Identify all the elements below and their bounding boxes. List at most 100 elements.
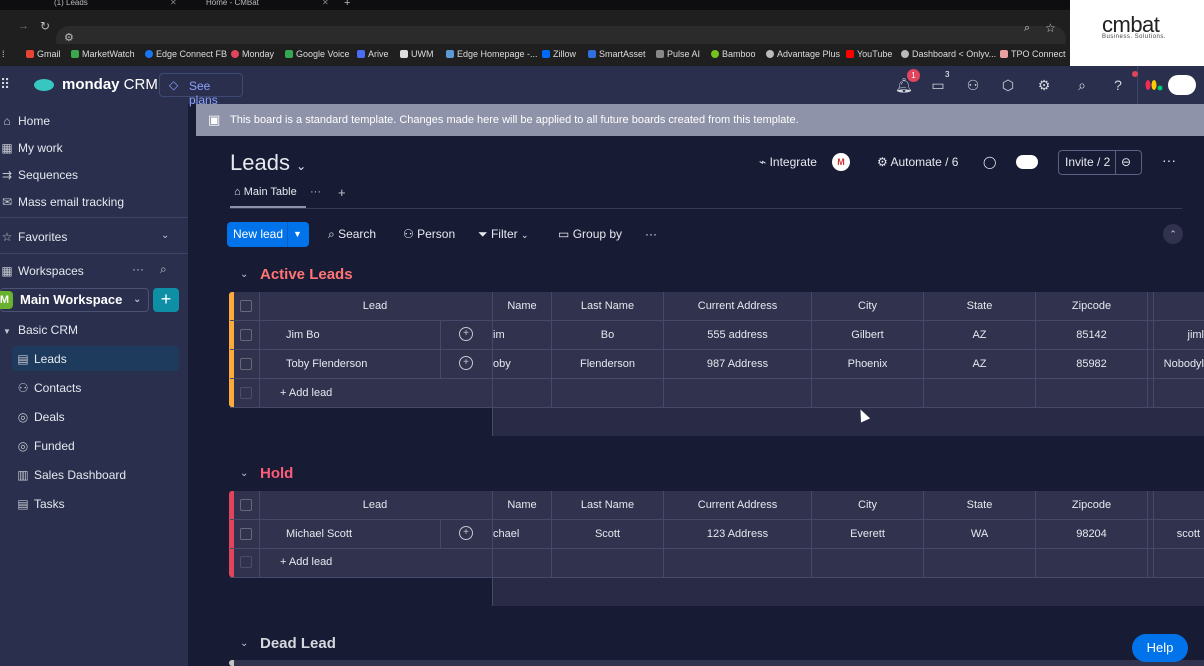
user-avatar[interactable]	[1168, 75, 1196, 95]
search-icon[interactable]: ⌕	[1074, 77, 1090, 93]
sidebar-item-leads[interactable]: ▤ Leads	[16, 348, 66, 370]
column-header-current-address[interactable]: Current Address	[664, 499, 811, 511]
add-to-workspace-button[interactable]: +	[153, 288, 179, 312]
new-lead-button[interactable]: New lead ▼	[227, 222, 309, 247]
address-cell[interactable]: 987 Address	[664, 358, 811, 370]
sidebar-item-home[interactable]: ⌂ Home	[0, 110, 50, 132]
app-switcher-grid-icon[interactable]: ⠿	[0, 76, 10, 93]
forward-icon[interactable]: →	[18, 20, 29, 32]
bookmark-pulse-ai[interactable]: Pulse AI	[656, 49, 700, 59]
apps-marketplace-icon[interactable]: ⬡	[1000, 77, 1016, 93]
bookmark-smartasset[interactable]: SmartAsset	[588, 49, 646, 59]
column-header-city[interactable]: City	[812, 300, 923, 312]
row-checkbox[interactable]	[240, 528, 252, 540]
folder-basic-crm[interactable]: ▼ Basic CRM	[0, 319, 78, 341]
invite-members-icon[interactable]: ⚇	[965, 77, 981, 93]
name-cell[interactable]: chael	[493, 528, 523, 540]
tab-more-options-icon[interactable]: ···	[310, 186, 321, 198]
chevron-down-icon[interactable]: ⌄	[240, 468, 248, 479]
sidebar-item-contacts[interactable]: ⚇ Contacts	[16, 377, 82, 399]
sidebar-item-funded[interactable]: ◎ Funded	[16, 435, 75, 457]
bookmark-star-icon[interactable]: ☆	[1045, 21, 1056, 35]
board-more-options-icon[interactable]: ···	[1162, 152, 1176, 168]
bookmark-monday[interactable]: Monday	[231, 49, 274, 59]
column-header-last-name[interactable]: Last Name	[552, 499, 663, 511]
search-button[interactable]: ⌕ Search	[328, 227, 376, 242]
inbox-icon[interactable]: ▭	[930, 77, 946, 93]
email-cell[interactable]: Nobodyl	[1154, 358, 1204, 370]
close-icon[interactable]: ✕	[170, 0, 177, 10]
add-update-icon[interactable]: +	[459, 356, 473, 370]
bookmark-dashboard[interactable]: Dashboard < Onlyv...	[901, 49, 996, 59]
sidebar-item-tasks[interactable]: ▤ Tasks	[16, 493, 64, 515]
column-header-name[interactable]: Name	[493, 300, 551, 312]
sidebar-item-mass-email[interactable]: ✉ Mass email tracking	[0, 191, 124, 213]
row-checkbox[interactable]	[240, 358, 252, 370]
sidebar-item-my-work[interactable]: ▦ My work	[0, 137, 62, 159]
browser-tab-leads[interactable]: (1) Leads	[54, 0, 88, 10]
automate-button[interactable]: ⚙ Automate / 6	[877, 155, 958, 169]
chevron-down-icon[interactable]: ▼	[293, 222, 302, 247]
browser-tab-home[interactable]: Home - CMBat	[206, 0, 259, 10]
last-name-cell[interactable]: Flenderson	[552, 358, 663, 370]
add-update-icon[interactable]: +	[459, 327, 473, 341]
zoom-icon[interactable]: ⌕	[1024, 22, 1030, 35]
reload-icon[interactable]: ↻	[40, 19, 50, 33]
workspace-selector[interactable]: Main Workspace ⌄	[0, 288, 149, 312]
column-header-last-name[interactable]: Last Name	[552, 300, 663, 312]
lead-name-cell[interactable]: Toby Flenderson	[286, 358, 367, 370]
lead-name-cell[interactable]: Jim Bo	[286, 329, 320, 341]
address-cell[interactable]: 555 address	[664, 329, 811, 341]
column-header-zipcode[interactable]: Zipcode	[1036, 499, 1147, 511]
bookmark-google-voice[interactable]: Google Voice	[285, 49, 350, 59]
last-name-cell[interactable]: Scott	[552, 528, 663, 540]
state-cell[interactable]: AZ	[924, 329, 1035, 341]
apps-icon[interactable]: ⁞	[2, 49, 5, 59]
bookmark-marketwatch[interactable]: MarketWatch	[71, 49, 135, 59]
row-checkbox[interactable]	[240, 329, 252, 341]
settings-gear-icon[interactable]: ⚙	[1036, 77, 1052, 93]
column-header-current-address[interactable]: Current Address	[664, 300, 811, 312]
last-name-cell[interactable]: Bo	[552, 329, 663, 341]
city-cell[interactable]: Phoenix	[812, 358, 923, 370]
new-tab-button[interactable]: +	[344, 0, 350, 10]
see-plans-button[interactable]: ◇ See plans	[159, 73, 243, 107]
tab-main-table[interactable]: ⌂ Main Table	[234, 186, 297, 198]
chevron-down-icon[interactable]: ⌄	[161, 230, 169, 241]
help-button[interactable]: Help	[1132, 634, 1188, 662]
bookmark-advantage-plus[interactable]: Advantage Plus	[766, 49, 840, 59]
toolbar-more-options-icon[interactable]: ···	[645, 227, 657, 241]
column-header-state[interactable]: State	[924, 300, 1035, 312]
close-icon[interactable]: ✕	[322, 0, 329, 10]
bookmark-edge-homepage[interactable]: Edge Homepage -...	[446, 49, 538, 59]
lead-name-cell[interactable]: Michael Scott	[286, 528, 352, 540]
column-header-city[interactable]: City	[812, 499, 923, 511]
site-info-icon[interactable]: ⚙	[64, 31, 74, 44]
bookmark-gmail[interactable]: Gmail	[26, 49, 61, 59]
bookmark-zillow[interactable]: Zillow	[542, 49, 576, 59]
select-all-checkbox[interactable]	[240, 499, 252, 511]
help-question-icon[interactable]: ?	[1110, 77, 1126, 93]
filter-button[interactable]: ⏷ Filter ⌄	[478, 227, 529, 242]
state-cell[interactable]: AZ	[924, 358, 1035, 370]
add-update-icon[interactable]: +	[459, 526, 473, 540]
bookmark-youtube[interactable]: YouTube	[846, 49, 892, 59]
group-title-hold[interactable]: Hold	[260, 465, 293, 482]
address-cell[interactable]: 123 Address	[664, 528, 811, 540]
invite-button[interactable]: Invite / 2 ⊖	[1058, 150, 1142, 175]
column-header-name[interactable]: Name	[493, 499, 551, 511]
select-all-checkbox[interactable]	[240, 300, 252, 312]
updates-chat-icon[interactable]: ◯	[983, 155, 996, 169]
search-icon[interactable]: ⌕	[160, 262, 167, 277]
name-cell[interactable]: oby	[493, 358, 513, 370]
email-cell[interactable]: jiml	[1154, 329, 1204, 341]
board-owner-avatar[interactable]	[1016, 155, 1038, 169]
zipcode-cell[interactable]: 85142	[1036, 329, 1147, 341]
group-by-button[interactable]: ▭ Group by	[558, 227, 622, 241]
sidebar-item-sequences[interactable]: ⇉ Sequences	[0, 164, 78, 186]
bookmark-bamboo[interactable]: Bamboo	[711, 49, 756, 59]
column-header-zipcode[interactable]: Zipcode	[1036, 300, 1147, 312]
name-cell[interactable]: im	[493, 329, 513, 341]
group-title-dead-lead[interactable]: Dead Lead	[260, 635, 336, 652]
add-lead-row[interactable]: + Add lead	[280, 387, 332, 399]
